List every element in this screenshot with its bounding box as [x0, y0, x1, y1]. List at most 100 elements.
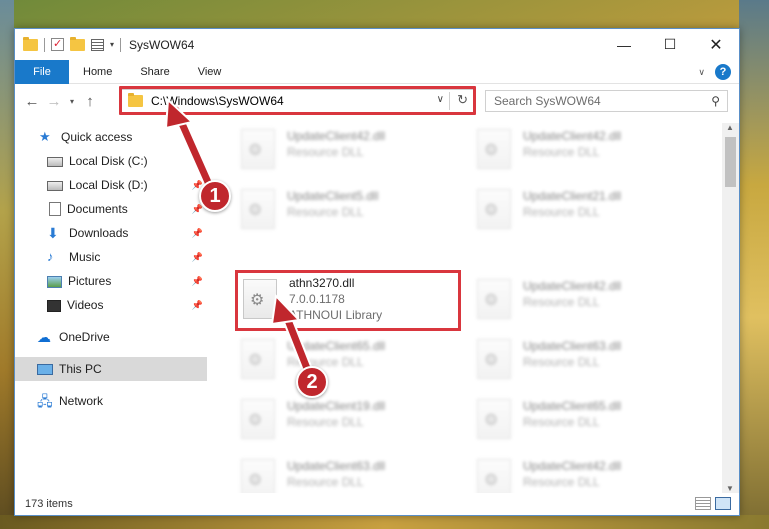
ribbon-tabs: File Home Share View ∨ ? [15, 59, 739, 84]
file-description: Resource DLL [523, 355, 600, 369]
gear-icon: ⚙ [248, 352, 263, 369]
maximize-button[interactable]: ☐ [647, 29, 693, 60]
file-description: Resource DLL [523, 295, 600, 309]
drive-icon [47, 157, 63, 167]
file-highlight-box [235, 270, 461, 331]
pin-icon[interactable]: 📌 [192, 252, 203, 263]
file-item[interactable]: ⚙ UpdateClient21.dll Resource DLL [471, 183, 691, 239]
file-item[interactable]: ⚙ UpdateClient19.dll Resource DLL [235, 393, 455, 449]
expand-ribbon-icon[interactable]: ∨ [698, 67, 705, 78]
file-name: UpdateClient21.dll [523, 189, 622, 203]
sidebar-item-local-disk-d[interactable]: Local Disk (D:) 📌 [15, 173, 207, 197]
dll-file-icon: ⚙ [477, 459, 511, 493]
help-icon[interactable]: ? [715, 64, 731, 80]
recent-locations-icon[interactable]: ▾ [65, 97, 79, 106]
sidebar-item-network[interactable]: 🖧 Network [15, 389, 207, 413]
back-arrow-icon[interactable]: ← [21, 93, 43, 110]
sidebar-item-onedrive[interactable]: ☁ OneDrive [15, 325, 207, 349]
drive-icon [47, 181, 63, 191]
close-button[interactable]: ✕ [693, 29, 739, 60]
sidebar-item-downloads[interactable]: ⬇ Downloads 📌 [15, 221, 207, 245]
file-name: UpdateClient42.dll [287, 129, 386, 143]
address-highlight-box [119, 86, 476, 115]
file-name: UpdateClient63.dll [523, 339, 622, 353]
file-item[interactable]: ⚙ UpdateClient42.dll Resource DLL [235, 123, 455, 179]
scroll-up-icon[interactable]: ▲ [726, 123, 734, 132]
file-item[interactable]: ⚙ UpdateClient65.dll Resource DLL [235, 333, 455, 389]
file-description: Resource DLL [287, 205, 364, 219]
file-name: UpdateClient42.dll [523, 129, 622, 143]
pin-icon[interactable]: 📌 [192, 300, 203, 311]
file-item[interactable]: ⚙ UpdateClient63.dll Resource DLL [471, 333, 691, 389]
file-description: Resource DLL [287, 415, 364, 429]
sidebar-item-music[interactable]: ♪ Music 📌 [15, 245, 207, 269]
gear-icon: ⚙ [484, 142, 499, 159]
file-item[interactable]: ⚙ UpdateClient63.dll Resource DLL [235, 453, 455, 493]
toolbar-separator [120, 37, 122, 52]
file-item[interactable]: ⚙ UpdateClient42.dll Resource DLL [471, 273, 691, 329]
pictures-icon [47, 275, 62, 288]
scroll-down-icon[interactable]: ▼ [726, 484, 734, 493]
file-description: Resource DLL [287, 475, 364, 489]
ribbon-right-controls: ∨ ? [698, 64, 731, 80]
details-view-icon[interactable] [695, 497, 711, 510]
gear-icon: ⚙ [484, 352, 499, 369]
pin-icon[interactable]: 📌 [192, 276, 203, 287]
up-arrow-icon[interactable]: ↑ [79, 93, 101, 110]
new-folder-icon[interactable] [70, 36, 85, 51]
sidebar-item-quick-access[interactable]: ★ Quick access [15, 125, 207, 149]
computer-icon [37, 364, 53, 375]
gear-icon: ⚙ [484, 292, 499, 309]
tab-share[interactable]: Share [126, 66, 183, 78]
gear-icon: ⚙ [484, 412, 499, 429]
dll-file-icon: ⚙ [241, 339, 275, 379]
file-item[interactable]: ⚙ UpdateClient42.dll Resource DLL [471, 123, 691, 179]
file-description: Resource DLL [287, 355, 364, 369]
file-name: UpdateClient63.dll [287, 459, 386, 473]
sidebar-item-documents[interactable]: Documents 📌 [15, 197, 207, 221]
dll-file-icon: ⚙ [477, 279, 511, 319]
file-description: Resource DLL [287, 145, 364, 159]
gear-icon: ⚙ [248, 202, 263, 219]
navigation-pane: ★ Quick access Local Disk (C:) Local Dis… [15, 123, 207, 493]
search-icon[interactable]: ⚲ [711, 94, 720, 108]
document-icon [49, 202, 61, 216]
forward-arrow-icon[interactable]: → [43, 93, 65, 110]
tab-view[interactable]: View [184, 66, 236, 78]
customize-icon[interactable] [91, 38, 104, 51]
step-badge-1: 1 [199, 180, 231, 212]
quick-access-toolbar: ▾ [15, 36, 122, 52]
customize-dropdown-icon[interactable]: ▾ [110, 40, 114, 49]
tab-home[interactable]: Home [69, 66, 126, 78]
sidebar-item-videos[interactable]: Videos 📌 [15, 293, 207, 317]
vertical-scrollbar[interactable]: ▲ ▼ [722, 123, 739, 493]
sidebar-item-pictures[interactable]: Pictures 📌 [15, 269, 207, 293]
tab-file[interactable]: File [15, 59, 69, 84]
dll-file-icon: ⚙ [477, 339, 511, 379]
search-input[interactable]: Search SysWOW64 ⚲ [485, 90, 728, 112]
cloud-icon: ☁ [37, 329, 51, 345]
sidebar-item-this-pc[interactable]: This PC [15, 357, 207, 381]
sidebar-item-local-disk-c[interactable]: Local Disk (C:) [15, 149, 207, 173]
sidebar-item-label: Pictures [68, 274, 112, 288]
file-item[interactable]: ⚙ UpdateClient5.dll Resource DLL [235, 183, 455, 239]
file-name: UpdateClient5.dll [287, 189, 379, 203]
file-description: Resource DLL [523, 205, 600, 219]
dll-file-icon: ⚙ [477, 189, 511, 229]
sidebar-item-label: This PC [59, 362, 102, 376]
sidebar-item-label: Local Disk (D:) [69, 178, 148, 192]
status-bar: 173 items [15, 493, 739, 515]
properties-check-icon[interactable] [51, 37, 64, 51]
tiles-view-icon[interactable] [715, 497, 731, 510]
minimize-button[interactable]: — [601, 29, 647, 60]
file-item[interactable]: ⚙ UpdateClient65.dll Resource DLL [471, 393, 691, 449]
dll-file-icon: ⚙ [477, 399, 511, 439]
file-item[interactable]: ⚙ UpdateClient42.dll Resource DLL [471, 453, 691, 493]
videos-icon [47, 299, 61, 312]
pin-icon[interactable]: 📌 [192, 228, 203, 239]
sidebar-item-label: Network [59, 394, 104, 408]
dll-file-icon: ⚙ [477, 129, 511, 169]
gear-icon: ⚙ [248, 142, 263, 159]
window-controls: — ☐ ✕ [601, 29, 739, 60]
scrollbar-thumb[interactable] [725, 137, 736, 187]
